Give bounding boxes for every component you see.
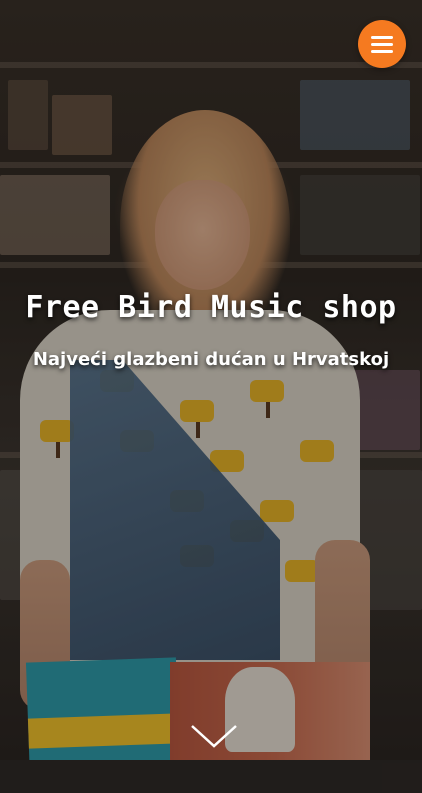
hero-overlay [0,0,422,793]
hamburger-menu-icon [371,36,393,39]
menu-button[interactable] [358,20,406,68]
hero-background-photo [0,0,422,793]
scroll-down-button[interactable] [188,718,240,754]
hero-title: Free Bird Music shop [25,290,397,325]
hamburger-menu-icon [371,43,393,46]
hero-subtitle: Najveći glazbeni dućan u Hrvatskoj [32,349,390,370]
chevron-down-icon [191,725,237,748]
hamburger-menu-icon [371,50,393,53]
